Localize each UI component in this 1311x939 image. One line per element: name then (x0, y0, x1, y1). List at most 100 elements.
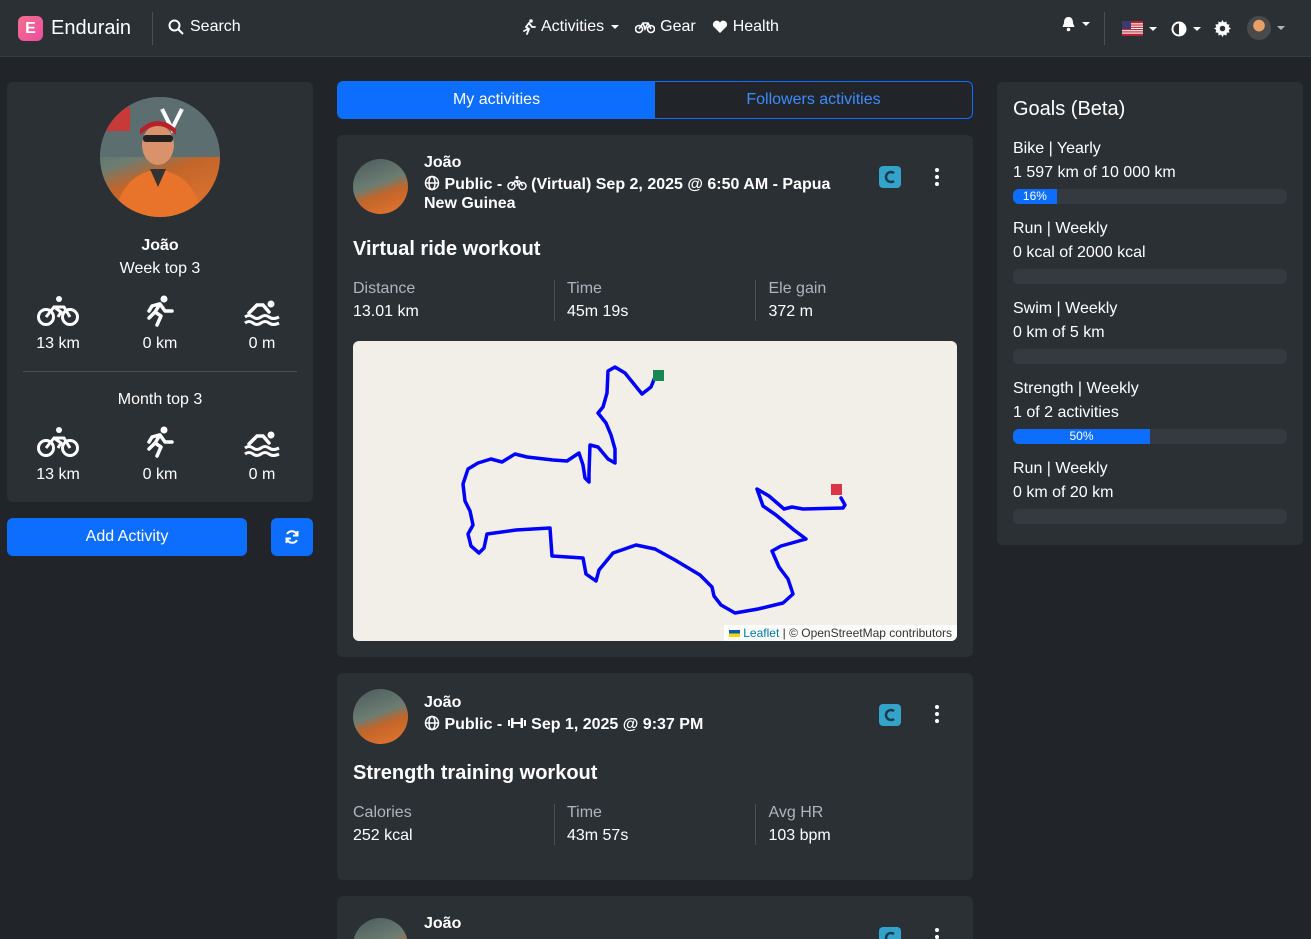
week-stat-run-value: 0 km (142, 335, 178, 352)
week-top-label: Week top 3 (119, 260, 201, 277)
goal-progress-fill: 16% (1013, 189, 1057, 204)
goal-item: Run | Weekly 0 km of 20 km (1013, 457, 1287, 524)
metric-elevation: Ele gain 372 m (755, 280, 957, 321)
ukraine-flag-icon (729, 630, 741, 637)
goal-progress-text: 1 of 2 activities (1013, 404, 1119, 421)
goal-name: Run | Weekly (1013, 220, 1108, 237)
brand[interactable]: E Endurain (18, 16, 131, 41)
bike-icon (506, 175, 527, 191)
route-map[interactable] (353, 341, 957, 641)
activity-meta: Public - (Virtual) Sep 2, 2025 @ 6:50 AM… (424, 175, 864, 213)
chevron-down-icon (1193, 27, 1201, 31)
goal-progress-fill: 50% (1013, 429, 1150, 444)
search-label: Search (190, 18, 241, 35)
navbar-divider (152, 12, 153, 45)
metric-label: Calories (353, 804, 412, 821)
activity-title[interactable]: Strength training workout (353, 762, 597, 785)
bike-icon (37, 427, 79, 457)
activity-user-name[interactable]: João (424, 915, 461, 933)
activity-options-icon[interactable] (935, 168, 939, 186)
metric-label: Ele gain (768, 280, 827, 297)
strava-sync-icon[interactable] (879, 704, 901, 726)
activity-metrics: Calories 252 kcal Time 43m 57s Avg HR 10… (353, 804, 957, 845)
brand-logo: E (18, 16, 43, 41)
start-marker (653, 370, 664, 381)
language-dropdown[interactable] (1122, 21, 1157, 36)
strava-sync-icon[interactable] (879, 166, 901, 188)
metric-value: 45m 19s (566, 303, 629, 320)
gear-icon (1214, 20, 1231, 37)
leaflet-link[interactable]: Leaflet (743, 626, 779, 640)
swim-icon (244, 431, 280, 457)
metric-label: Time (566, 280, 602, 297)
goal-name: Run | Weekly (1013, 460, 1108, 477)
nav-health-label: Health (732, 18, 779, 35)
user-menu-dropdown[interactable] (1247, 16, 1285, 40)
activity-map[interactable]: Leaflet | © OpenStreetMap contributors (353, 341, 957, 641)
activity-metrics: Distance 13.01 km Time 45m 19s Ele gain … (353, 280, 957, 321)
map-attribution: Leaflet | © OpenStreetMap contributors (724, 625, 957, 641)
avatar[interactable] (353, 159, 408, 214)
notifications-dropdown[interactable] (1061, 16, 1090, 32)
metric-time: Time 45m 19s (553, 280, 756, 321)
activity-options-icon[interactable] (935, 928, 939, 939)
week-stat-swim: 0 m (211, 295, 313, 353)
us-flag-icon (1122, 21, 1143, 36)
month-stat-swim-value: 0 m (248, 466, 276, 483)
avatar (1247, 16, 1271, 40)
bike-icon (37, 296, 79, 326)
goal-progress-bar: 16% (1013, 189, 1287, 204)
goal-progress-text: 0 km of 20 km (1013, 484, 1114, 501)
run-icon (147, 295, 174, 327)
settings-link[interactable] (1214, 20, 1231, 37)
goal-item: Bike | Yearly 1 597 km of 10 000 km 16% (1013, 137, 1287, 204)
goal-progress-text: 1 597 km of 10 000 km (1013, 164, 1176, 181)
metric-avg-hr: Avg HR 103 bpm (755, 804, 957, 845)
run-icon (523, 19, 536, 35)
chevron-down-icon (1149, 26, 1157, 31)
tab-my-activities[interactable]: My activities (338, 82, 655, 118)
activity-options-icon[interactable] (935, 705, 939, 723)
refresh-button[interactable] (271, 518, 313, 556)
activity-user-name[interactable]: João (424, 154, 461, 172)
goal-item: Run | Weekly 0 kcal of 2000 kcal (1013, 217, 1287, 284)
heart-icon (712, 20, 727, 33)
metric-calories: Calories 252 kcal (353, 804, 554, 845)
route-line (461, 365, 847, 615)
nav-activities-dropdown[interactable]: Activities (522, 18, 620, 36)
goal-item: Swim | Weekly 0 km of 5 km (1013, 297, 1287, 364)
navbar-divider (1104, 12, 1105, 45)
week-stat-swim-value: 0 m (248, 335, 276, 352)
nav-gear-link[interactable]: Gear (635, 18, 696, 36)
metric-distance: Distance 13.01 km (353, 280, 554, 321)
activity-card[interactable]: João (337, 896, 973, 939)
profile-avatar (100, 97, 220, 217)
search-icon (168, 19, 184, 35)
activity-card[interactable]: João Public - Sep 1, 2025 @ 9:37 PM Stre… (337, 673, 973, 880)
month-top-label: Month top 3 (117, 391, 203, 408)
activity-user-name[interactable]: João (424, 694, 461, 712)
refresh-icon (285, 530, 299, 544)
add-activity-button[interactable]: Add Activity (7, 518, 247, 556)
avatar[interactable] (353, 918, 408, 939)
month-stat-swim: 0 m (211, 426, 313, 484)
goal-name: Swim | Weekly (1013, 300, 1118, 317)
goal-progress-bar (1013, 349, 1287, 364)
search-link[interactable]: Search (168, 18, 241, 36)
month-stat-bike-value: 13 km (36, 466, 80, 483)
globe-icon (424, 175, 440, 191)
theme-dropdown[interactable] (1171, 21, 1201, 37)
avatar[interactable] (353, 689, 408, 744)
strava-sync-icon[interactable] (879, 927, 901, 939)
week-stat-run: 0 km (109, 295, 211, 353)
activity-meta: Public - Sep 1, 2025 @ 9:37 PM (424, 715, 864, 734)
activity-card[interactable]: João Public - (Virtual) Sep 2, 2025 @ 6:… (337, 135, 973, 657)
tab-followers-activities[interactable]: Followers activities (655, 82, 972, 118)
goal-progress-bar (1013, 509, 1287, 524)
contrast-icon (1171, 21, 1187, 37)
metric-time: Time 43m 57s (553, 804, 756, 845)
activity-title[interactable]: Virtual ride workout (353, 238, 540, 261)
week-stats: 13 km 0 km 0 m (7, 295, 313, 353)
nav-health-link[interactable]: Health (712, 18, 779, 36)
activity-visibility: Public - (444, 176, 503, 193)
